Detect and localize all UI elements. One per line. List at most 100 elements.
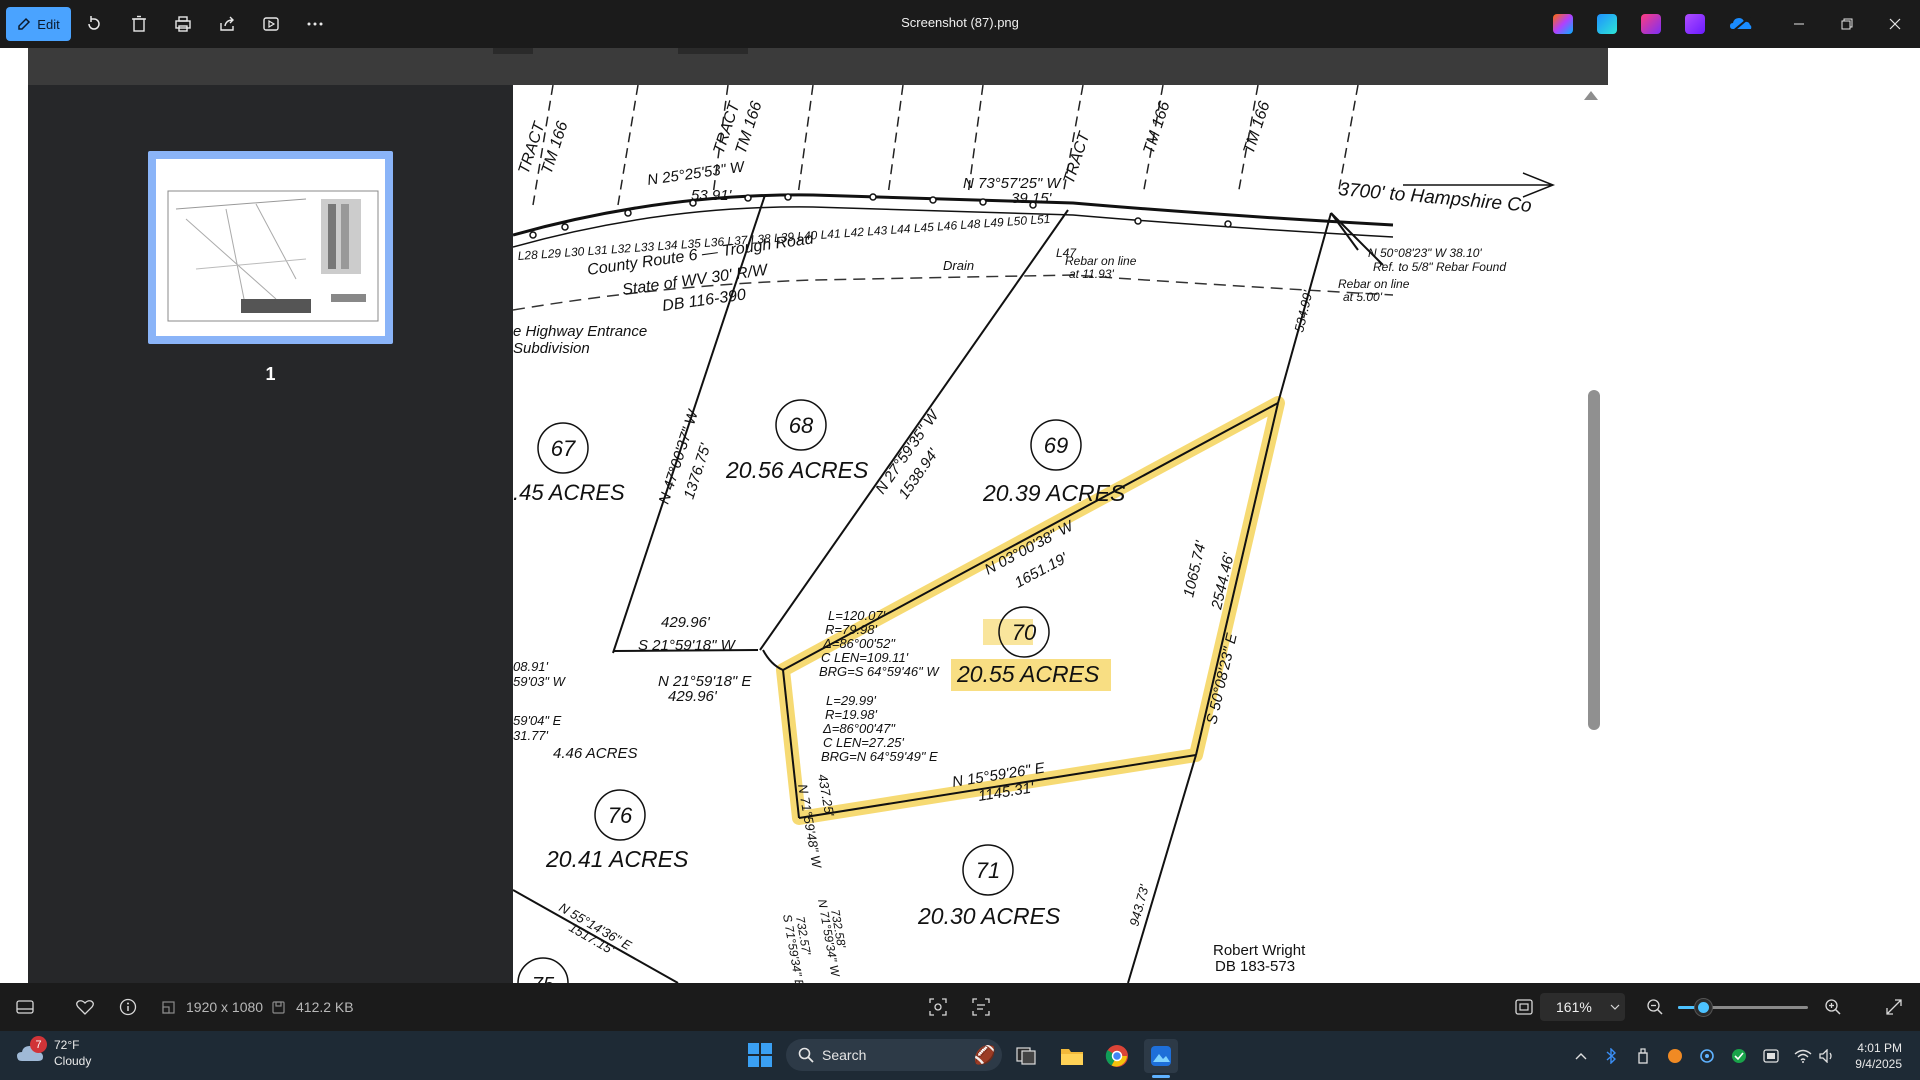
- search-icon: [798, 1047, 814, 1063]
- lot71-area: 20.30 ACRES: [917, 903, 1061, 929]
- map-dist-a: 53.91': [691, 187, 733, 204]
- text-scan-icon[interactable]: [970, 996, 992, 1018]
- map-tract-7: TM 166: [1241, 99, 1274, 156]
- system-clock[interactable]: 4:01 PM 9/4/2025: [1846, 1040, 1902, 1072]
- designer-icon[interactable]: [1597, 14, 1617, 34]
- map-tract-5: TRACT: [1061, 129, 1094, 186]
- map-bearing-h: S 21°59'18" W: [638, 637, 737, 654]
- map-curve2-l: L=29.99': [826, 693, 876, 708]
- weather-widget[interactable]: 7 72°F Cloudy: [16, 1036, 91, 1069]
- windows-logo-tile: [748, 1043, 759, 1054]
- page-thumbnail[interactable]: [148, 151, 393, 344]
- toolbar-fragment: [493, 48, 533, 54]
- edit-label: Edit: [37, 16, 60, 32]
- vertical-scrollbar-thumb[interactable]: [1588, 390, 1600, 730]
- map-dist-top: 534.99': [1291, 289, 1315, 334]
- map-highway-2: Subdivision: [513, 340, 590, 357]
- filmstrip-icon[interactable]: [14, 996, 36, 1018]
- file-explorer-icon[interactable]: [1055, 1039, 1089, 1073]
- map-drain: Drain: [943, 258, 974, 273]
- window-title: Screenshot (87).png: [901, 15, 1019, 30]
- minimize-button[interactable]: [1776, 8, 1822, 40]
- edit-button[interactable]: Edit: [6, 7, 71, 41]
- map-curve1-b: BRG=S 64°59'46" W: [819, 664, 940, 679]
- lot67-area: .45 ACRES: [513, 480, 625, 505]
- cloud-icon: 7: [16, 1036, 47, 1067]
- usb-device-icon[interactable]: [1632, 1045, 1654, 1067]
- windows-logo-tile: [761, 1056, 772, 1067]
- rotate-icon[interactable]: [82, 12, 106, 36]
- share-icon[interactable]: [215, 12, 239, 36]
- info-icon[interactable]: [117, 996, 139, 1018]
- security-status-icon[interactable]: [1728, 1045, 1750, 1067]
- search-placeholder: Search: [822, 1047, 867, 1063]
- title-bar: Edit Screenshot (87).png: [0, 0, 1920, 48]
- zoom-level-dropdown[interactable]: 161%: [1540, 993, 1625, 1021]
- map-dist-h: 429.96': [661, 614, 711, 631]
- video-editor-icon[interactable]: [1685, 14, 1705, 34]
- lot68-number: 68: [789, 413, 814, 438]
- more-icon[interactable]: [303, 12, 327, 36]
- zoom-slider[interactable]: [1678, 999, 1808, 1016]
- wifi-icon[interactable]: [1792, 1045, 1814, 1067]
- chevron-down-icon: [1610, 1004, 1620, 1010]
- thumbnail-panel: 1: [28, 85, 513, 983]
- map-highway-1: e Highway Entrance: [513, 323, 647, 340]
- chrome-icon[interactable]: [1100, 1039, 1134, 1073]
- pdf-page[interactable]: N 25°25'53" W 53.91' N 73°57'25" W 39.15…: [513, 85, 1608, 983]
- favorite-heart-icon[interactable]: [74, 996, 96, 1018]
- windows-logo-tile: [761, 1043, 772, 1054]
- weather-badge: 7: [30, 1036, 47, 1053]
- clock-date: 9/4/2025: [1855, 1057, 1902, 1071]
- vlc-icon[interactable]: [1664, 1045, 1686, 1067]
- survey-plat-map: N 25°25'53" W 53.91' N 73°57'25" W 39.15…: [513, 85, 1556, 983]
- print-icon[interactable]: [171, 12, 195, 36]
- thumbnail-map-image: [167, 190, 379, 322]
- slideshow-icon[interactable]: [259, 12, 283, 36]
- taskbar-search[interactable]: Search 🏈: [786, 1039, 1002, 1071]
- scroll-up-arrow[interactable]: [1584, 91, 1598, 100]
- bluetooth-icon[interactable]: [1600, 1045, 1622, 1067]
- map-curve2-r: R=19.98': [825, 707, 878, 722]
- zoom-out-icon[interactable]: [1644, 996, 1666, 1018]
- map-curve1-d: Δ=86°00'52": [822, 636, 896, 651]
- photos-app-icon[interactable]: [1144, 1039, 1178, 1073]
- chevron-up-icon[interactable]: [1570, 1045, 1592, 1067]
- map-left-4: 31.77': [513, 728, 549, 743]
- close-button[interactable]: [1872, 8, 1918, 40]
- onedrive-icon[interactable]: [1729, 14, 1753, 34]
- active-app-indicator: [1152, 1075, 1170, 1078]
- zoom-value: 161%: [1556, 999, 1592, 1015]
- zoom-slider-thumb[interactable]: [1694, 999, 1712, 1016]
- lot71-number: 71: [976, 858, 1000, 883]
- zoom-in-icon[interactable]: [1822, 996, 1844, 1018]
- map-curve2-c: C LEN=27.25': [823, 735, 904, 750]
- task-view-icon[interactable]: [1009, 1039, 1043, 1073]
- pdf-viewer: 1 N 25°25'53" W 53.91' N 73°57'25" W 39.…: [28, 48, 1608, 983]
- visual-search-icon[interactable]: [927, 996, 949, 1018]
- file-size-icon: [270, 996, 286, 1018]
- map-rebar-found-1: N 50°08'23" W 38.10': [1368, 246, 1482, 260]
- restore-button[interactable]: [1824, 8, 1870, 40]
- lot67-number: 67: [551, 436, 576, 461]
- map-left-2: 59'03" W: [513, 674, 567, 689]
- lot68-area: 20.56 ACRES: [725, 457, 869, 483]
- map-dist-i: 429.96': [668, 688, 718, 705]
- map-curve1-l: L=120.07': [828, 608, 886, 623]
- close-icon: [1889, 18, 1901, 30]
- full-screen-icon[interactable]: [1883, 996, 1905, 1018]
- start-button[interactable]: [748, 1043, 772, 1067]
- map-rebar-1a: Rebar on line: [1065, 254, 1137, 268]
- sync-status-icon[interactable]: [1696, 1045, 1718, 1067]
- map-misc-area: 4.46 ACRES: [553, 745, 638, 762]
- fit-to-window-icon[interactable]: [1513, 996, 1535, 1018]
- teams-status-icon[interactable]: [1760, 1045, 1782, 1067]
- image-margin-left: [0, 48, 28, 983]
- copilot-icon[interactable]: [1553, 14, 1573, 34]
- map-tract-6: TM 166: [1141, 99, 1174, 156]
- clipchamp-icon[interactable]: [1641, 14, 1661, 34]
- lot75-number: 75: [532, 974, 555, 983]
- volume-icon[interactable]: [1816, 1045, 1838, 1067]
- delete-icon[interactable]: [127, 12, 151, 36]
- map-left-3: 59'04" E: [513, 713, 562, 728]
